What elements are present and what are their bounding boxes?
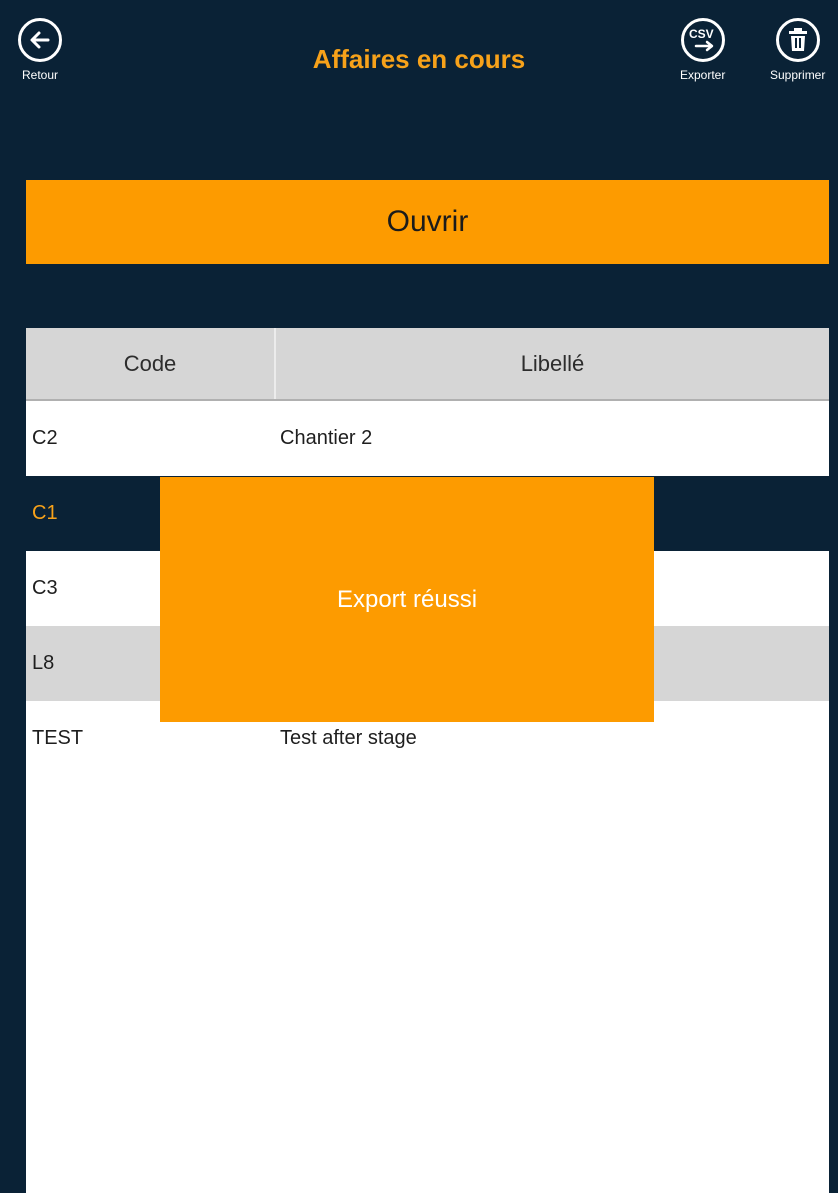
- delete-button[interactable]: Supprimer: [770, 18, 825, 82]
- open-button[interactable]: Ouvrir: [26, 180, 829, 264]
- delete-label: Supprimer: [770, 68, 826, 82]
- column-header-label[interactable]: Libellé: [276, 328, 829, 399]
- trash-icon: [775, 18, 820, 62]
- column-header-code[interactable]: Code: [26, 328, 276, 399]
- table-row[interactable]: C2 Chantier 2: [26, 401, 829, 476]
- open-button-label: Ouvrir: [386, 205, 469, 238]
- csv-export-icon: CSV: [680, 18, 725, 62]
- row-code: TEST: [32, 727, 84, 749]
- row-label: Chantier 2: [280, 427, 373, 449]
- projects-table: Code Libellé C2 Chantier 2 C1 C3 L8 TEST…: [26, 328, 829, 1193]
- row-label: Test after stage: [280, 727, 417, 749]
- table-header: Code Libellé: [26, 328, 829, 401]
- export-success-toast: Export réussi: [160, 477, 654, 722]
- export-label: Exporter: [680, 68, 726, 82]
- toast-message: Export réussi: [336, 585, 478, 613]
- csv-icon-text: CSV: [689, 27, 714, 41]
- export-button[interactable]: CSV Exporter: [680, 18, 725, 82]
- row-code: C2: [32, 427, 58, 449]
